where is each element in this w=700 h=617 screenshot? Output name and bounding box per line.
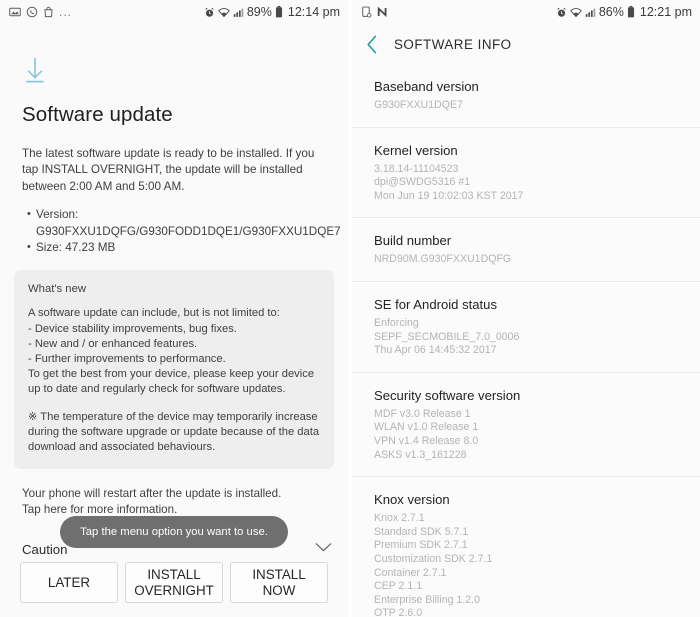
page-title: Software update bbox=[22, 103, 173, 126]
whatsapp-icon bbox=[26, 6, 38, 18]
status-bar-left: ... 89% 12:14 pm bbox=[0, 0, 348, 24]
item-value: MDF v3.0 Release 1 WLAN v1.0 Release 1 V… bbox=[374, 407, 479, 461]
software-update-screen: ... 89% 12:14 pm Software update The lat… bbox=[0, 0, 348, 617]
whats-new-body: A software update can include, but is no… bbox=[28, 307, 315, 395]
battery-icon bbox=[275, 6, 283, 18]
more-dots-icon: ... bbox=[59, 5, 73, 19]
status-bar-system-icons: 89% 12:14 pm bbox=[204, 5, 340, 19]
alarm-icon bbox=[204, 7, 215, 18]
battery-percent-label: 86% bbox=[598, 5, 624, 19]
action-button-row: LATER INSTALL OVERNIGHT INSTALL NOW bbox=[20, 562, 328, 603]
update-details-list: Version: G930FXXU1DQFG/G930FODD1DQE1/G93… bbox=[27, 206, 341, 256]
list-item[interactable]: Kernel version 3.18.14-11104523 dpi@SWDG… bbox=[352, 128, 700, 219]
nfc-icon bbox=[377, 6, 389, 18]
item-label: Knox version bbox=[374, 492, 450, 508]
restart-note[interactable]: Your phone will restart after the update… bbox=[22, 486, 326, 518]
battery-percent-label: 89% bbox=[246, 5, 272, 19]
clock-label: 12:21 pm bbox=[639, 5, 692, 19]
later-button[interactable]: LATER bbox=[20, 562, 118, 603]
clock-label: 12:14 pm bbox=[287, 5, 340, 19]
screenshot-icon bbox=[361, 6, 372, 18]
page-title: SOFTWARE INFO bbox=[394, 36, 512, 52]
install-now-button[interactable]: INSTALL NOW bbox=[230, 562, 328, 603]
back-chevron-icon[interactable] bbox=[366, 35, 378, 54]
list-item: Version: G930FXXU1DQFG/G930FODD1DQE1/G93… bbox=[27, 206, 341, 240]
item-value: Enforcing SEPF_SECMOBILE_7.0_0006 Thu Ap… bbox=[374, 316, 520, 357]
list-item[interactable]: SE for Android status Enforcing SEPF_SEC… bbox=[352, 282, 700, 373]
status-bar-notification-icons: ... bbox=[9, 6, 72, 18]
app-bar: SOFTWARE INFO bbox=[352, 24, 700, 64]
status-bar-right: 86% 12:21 pm bbox=[352, 0, 700, 24]
status-bar-system-icons: 86% 12:21 pm bbox=[556, 5, 692, 19]
install-overnight-button[interactable]: INSTALL OVERNIGHT bbox=[125, 562, 223, 603]
item-label: SE for Android status bbox=[374, 296, 498, 312]
whats-new-title: What's new bbox=[28, 283, 87, 296]
gallery-icon bbox=[9, 6, 21, 18]
signal-icon bbox=[585, 7, 596, 18]
menu-tooltip-container: Tap the menu option you want to use. bbox=[0, 516, 348, 548]
whats-new-card: What's new A software update can include… bbox=[14, 270, 334, 470]
signal-icon bbox=[233, 7, 244, 18]
alarm-icon bbox=[556, 7, 567, 18]
wifi-icon bbox=[217, 7, 230, 18]
list-item[interactable]: Knox version Knox 2.7.1 Standard SDK 5.7… bbox=[352, 477, 700, 617]
wifi-icon bbox=[569, 7, 582, 18]
list-item[interactable]: Build number NRD90M.G930FXXU1DQFG bbox=[352, 218, 700, 282]
list-item[interactable]: Security software version MDF v3.0 Relea… bbox=[352, 373, 700, 478]
item-label: Kernel version bbox=[374, 142, 458, 158]
item-value: Knox 2.7.1 Standard SDK 5.7.1 Premium SD… bbox=[374, 512, 493, 617]
update-intro-text: The latest software update is ready to b… bbox=[22, 147, 315, 193]
item-label: Baseband version bbox=[374, 79, 479, 94]
item-value: NRD90M.G930FXXU1DQFG bbox=[374, 253, 512, 266]
software-info-list: Baseband version G930FXXU1DQE7 Kernel ve… bbox=[352, 64, 700, 617]
software-info-screen: 86% 12:21 pm SOFTWARE INFO Baseband vers… bbox=[352, 0, 700, 617]
item-label: Security software version bbox=[374, 387, 521, 403]
bag-icon bbox=[43, 6, 54, 18]
whats-new-temperature-note: ※ The temperature of the device may temp… bbox=[28, 411, 320, 454]
item-value: G930FXXU1DQE7 bbox=[374, 99, 463, 111]
menu-hint-tooltip: Tap the menu option you want to use. bbox=[60, 516, 288, 548]
list-item: Size: 47.23 MB bbox=[27, 239, 326, 256]
dual-screenshot-container: ... 89% 12:14 pm Software update The lat… bbox=[0, 0, 700, 617]
item-value: 3.18.14-11104523 dpi@SWDG5316 #1 Mon Jun… bbox=[374, 162, 524, 202]
battery-icon bbox=[627, 6, 635, 18]
status-bar-notification-icons bbox=[361, 6, 389, 18]
download-icon bbox=[22, 56, 348, 91]
item-label: Build number bbox=[374, 233, 452, 249]
list-item[interactable]: Baseband version G930FXXU1DQE7 bbox=[352, 64, 700, 128]
